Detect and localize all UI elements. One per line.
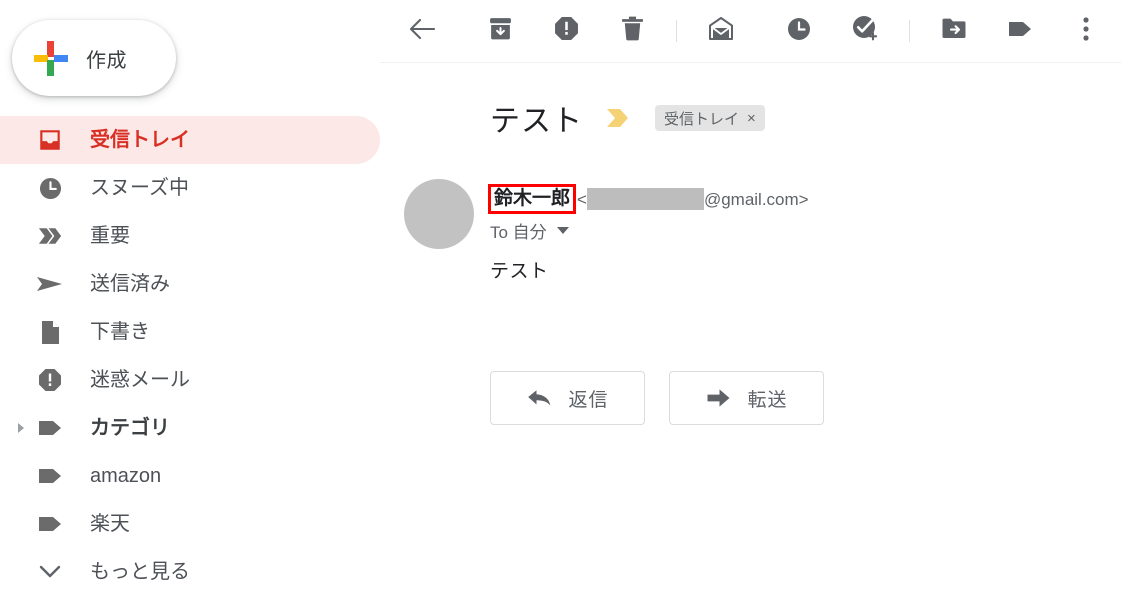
sidebar-item-drafts[interactable]: 下書き — [0, 308, 380, 356]
message-body: テスト — [490, 261, 549, 282]
sidebar-item-label: スヌーズ中 — [90, 177, 189, 199]
delete-button[interactable] — [610, 9, 654, 53]
sidebar-item-spam[interactable]: 迷惑メール — [0, 356, 380, 404]
sidebar-item-categories[interactable]: カテゴリ — [0, 404, 380, 452]
clock-icon — [787, 17, 811, 46]
more-vertical-icon — [1083, 16, 1089, 46]
label-icon — [1007, 20, 1033, 43]
reply-button-label: 返信 — [568, 389, 609, 411]
sidebar-item-label: 受信トレイ — [90, 129, 190, 151]
sent-icon — [36, 270, 64, 298]
spam-icon — [36, 366, 64, 394]
label-icon — [36, 414, 64, 442]
mark-unread-button[interactable] — [699, 9, 743, 53]
mark-unread-icon — [708, 16, 734, 46]
subject-row: テスト 受信トレイ × — [490, 96, 765, 140]
move-to-button[interactable] — [932, 9, 976, 53]
google-plus-icon — [34, 41, 68, 76]
sidebar-item-snoozed[interactable]: スヌーズ中 — [0, 164, 380, 212]
sidebar-nav-list: 受信トレイ スヌーズ中 重要 送信済み 下書き 迷惑メール カテゴリ amazo… — [0, 116, 380, 589]
compose-button[interactable]: 作成 — [12, 20, 176, 96]
label-chip-text: 受信トレイ — [664, 110, 740, 128]
chevron-down-icon — [36, 558, 64, 586]
address-open-bracket: < — [577, 189, 587, 209]
chevron-down-icon[interactable] — [556, 227, 569, 234]
importance-chevron-icon[interactable] — [605, 107, 635, 129]
archive-button[interactable] — [478, 9, 522, 53]
sidebar-item-more[interactable]: もっと見る — [0, 548, 380, 589]
forward-arrow-icon — [705, 385, 731, 411]
remove-label-icon[interactable]: × — [747, 110, 756, 127]
add-to-tasks-button[interactable] — [843, 9, 887, 53]
label-chip-inbox[interactable]: 受信トレイ × — [655, 105, 765, 131]
forward-button[interactable]: 転送 — [669, 371, 824, 425]
sender-row: 鈴木一郎 < @gmail.com> — [488, 184, 809, 214]
recipient-label: To 自分 — [490, 223, 547, 242]
sidebar-item-label: 迷惑メール — [90, 369, 190, 391]
back-arrow-icon — [409, 18, 436, 45]
label-icon — [36, 462, 64, 490]
message-actions: 返信 転送 — [490, 371, 824, 425]
report-spam-button[interactable] — [544, 9, 588, 53]
toolbar-bottom-divider — [380, 62, 1121, 63]
sidebar-item-label: 送信済み — [90, 273, 170, 295]
sender-name-annotation: 鈴木一郎 — [488, 184, 577, 214]
back-button[interactable] — [400, 9, 444, 53]
labels-button[interactable] — [998, 9, 1042, 53]
more-options-button[interactable] — [1064, 9, 1108, 53]
message-toolbar — [380, 0, 1121, 62]
important-icon — [36, 222, 64, 250]
clock-icon — [36, 174, 64, 202]
sidebar-item-important[interactable]: 重要 — [0, 212, 380, 260]
sidebar-item-sent[interactable]: 送信済み — [0, 260, 380, 308]
compose-button-label: 作成 — [86, 49, 127, 72]
email-domain: @gmail.com> — [703, 189, 809, 209]
toolbar-divider-2 — [909, 20, 910, 42]
reply-arrow-icon — [526, 385, 552, 411]
expand-categories-icon[interactable] — [18, 423, 24, 433]
message-pane: テスト 受信トレイ × 鈴木一郎 < @gmail.com> To 自分 テスト… — [380, 0, 1121, 589]
sidebar: 作成 受信トレイ スヌーズ中 重要 送信済み 下書き 迷惑メール カテゴリ am… — [0, 0, 380, 589]
sender-name: 鈴木一郎 — [494, 188, 571, 209]
add-to-tasks-icon — [852, 15, 879, 47]
inbox-icon — [36, 126, 64, 154]
sidebar-item-label: もっと見る — [90, 561, 190, 583]
sidebar-item-amazon[interactable]: amazon — [0, 452, 380, 500]
recipient-row[interactable]: To 自分 — [490, 218, 569, 243]
sidebar-item-label: 下書き — [90, 321, 150, 343]
report-spam-icon — [554, 16, 579, 46]
gmail-app: 作成 受信トレイ スヌーズ中 重要 送信済み 下書き 迷惑メール カテゴリ am… — [0, 0, 1121, 589]
redacted-email-local-part — [586, 188, 704, 210]
sidebar-item-label: カテゴリ — [90, 417, 170, 439]
sidebar-item-label: amazon — [90, 465, 162, 487]
forward-button-label: 転送 — [747, 389, 788, 411]
trash-icon — [621, 16, 644, 46]
sidebar-item-label: 楽天 — [90, 513, 130, 535]
avatar — [404, 179, 474, 249]
reply-button[interactable]: 返信 — [490, 371, 645, 425]
message-subject: テスト — [490, 105, 583, 138]
sidebar-item-inbox[interactable]: 受信トレイ — [0, 116, 380, 164]
sidebar-item-label: 重要 — [90, 225, 130, 247]
move-to-folder-icon — [941, 17, 967, 45]
draft-icon — [36, 318, 64, 346]
label-icon — [36, 510, 64, 538]
snooze-button[interactable] — [777, 9, 821, 53]
toolbar-divider-1 — [676, 20, 677, 42]
sidebar-item-rakuten[interactable]: 楽天 — [0, 500, 380, 548]
archive-icon — [488, 16, 513, 46]
